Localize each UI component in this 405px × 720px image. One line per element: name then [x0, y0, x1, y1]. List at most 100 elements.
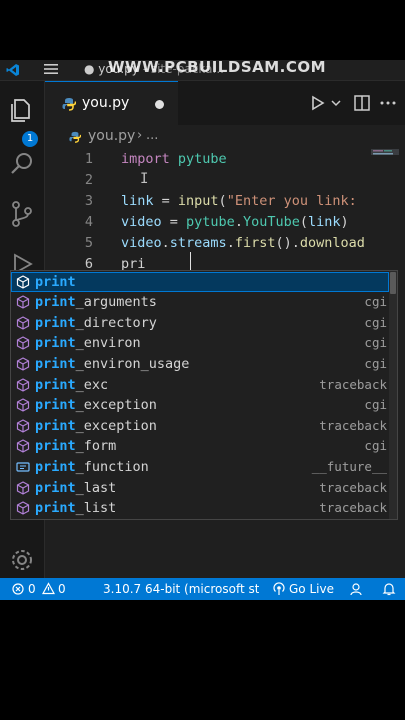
cube-icon — [16, 501, 30, 515]
cube-icon — [16, 316, 30, 330]
tab-you-py[interactable]: you.py — [45, 81, 178, 126]
suggestion-match: print — [35, 294, 76, 311]
suggestion-item[interactable]: print_environ_usage cgi — [11, 354, 389, 375]
source-control-icon[interactable] — [7, 199, 37, 229]
code-token: download — [299, 235, 365, 251]
suggestion-item[interactable]: print_directory cgi — [11, 313, 389, 334]
suggestion-match: print — [35, 458, 76, 475]
code-token: ) — [340, 214, 349, 230]
code-token: link — [121, 193, 154, 209]
text-cursor — [190, 252, 191, 270]
tab-label: you.py — [82, 95, 130, 111]
suggestion-label: print_exception — [35, 416, 157, 437]
cube-icon — [16, 439, 30, 453]
suggestion-match: print — [35, 335, 76, 352]
code-token: pytube — [186, 214, 235, 230]
run-icon[interactable] — [310, 93, 326, 113]
suggestion-scrollbar-thumb[interactable] — [390, 272, 396, 294]
explorer-icon[interactable] — [7, 95, 37, 125]
line-number: 4 — [84, 214, 93, 230]
breadcrumb-file[interactable]: you.py — [88, 128, 135, 144]
breadcrumb-separator: › — [137, 128, 143, 143]
suggestion-detail: __future__ — [311, 458, 387, 474]
suggestion-label: print_list — [35, 498, 116, 519]
suggestion-label: print_directory — [35, 313, 157, 334]
suggestion-item[interactable]: print_exception traceback — [11, 416, 389, 437]
line-number: 1 — [84, 151, 93, 167]
error-count[interactable]: 0 — [28, 582, 36, 596]
suggestion-detail: cgi — [364, 355, 387, 371]
suggestion-item[interactable]: print_list traceback — [11, 498, 389, 519]
code-token: pytube — [177, 151, 227, 167]
suggestion-item[interactable]: print — [11, 271, 389, 293]
suggestion-rest: _arguments — [75, 294, 157, 311]
suggestion-scrollbar[interactable] — [389, 271, 397, 519]
suggestion-detail: traceback — [319, 417, 387, 433]
suggestion-match: print — [35, 397, 76, 414]
window-title-prefix: ● — [84, 62, 99, 76]
warning-count[interactable]: 0 — [58, 582, 66, 596]
error-icon[interactable] — [12, 583, 24, 595]
suggestion-detail: traceback — [319, 500, 387, 516]
suggestion-detail: traceback — [319, 376, 387, 392]
accounts-feedback-icon[interactable] — [350, 582, 364, 596]
suggestion-label: print_form — [35, 436, 116, 457]
code-text[interactable]: video = pytube.YouTube(link) — [121, 212, 349, 233]
code-line[interactable]: 3 link = input("Enter you link: — [45, 191, 371, 212]
python-interpreter[interactable]: 3.10.7 64-bit (microsoft sto — [103, 582, 259, 596]
code-line[interactable]: 2 — [45, 170, 371, 191]
suggestion-item[interactable]: print_function __future__ — [11, 457, 389, 478]
suggestion-item[interactable]: print_last traceback — [11, 478, 389, 499]
notifications-bell-icon[interactable] — [382, 582, 396, 596]
code-token: = — [153, 193, 178, 209]
code-token: streams — [169, 235, 227, 251]
code-token: . — [234, 214, 243, 230]
more-actions-icon[interactable] — [379, 93, 397, 113]
suggestion-match: print — [35, 355, 76, 372]
search-icon[interactable] — [7, 149, 37, 179]
broadcast-icon — [273, 582, 285, 595]
code-editor[interactable]: 1 import pytube 2 3 link = input("Enter you … — [45, 149, 371, 279]
suggestion-item[interactable]: print_environ cgi — [11, 333, 389, 354]
suggestion-item[interactable]: print_arguments cgi — [11, 292, 389, 313]
suggestion-item[interactable]: print_exc traceback — [11, 375, 389, 396]
breadcrumb-ellipsis[interactable]: ... — [146, 128, 158, 143]
cube-icon — [16, 274, 30, 289]
code-token: = — [161, 214, 187, 230]
suggestion-detail: cgi — [364, 335, 387, 351]
suggestion-match: print — [35, 479, 76, 496]
variable-icon — [16, 462, 30, 472]
suggestion-match: print — [35, 417, 76, 434]
unsaved-dot-icon[interactable] — [155, 100, 164, 109]
suggestion-rest: _directory — [75, 314, 157, 331]
code-line[interactable]: 5 video.streams.first().download — [45, 233, 371, 254]
code-text[interactable]: import pytube — [121, 149, 227, 170]
suggestion-label: print_exception — [35, 395, 157, 416]
split-editor-icon[interactable] — [353, 93, 371, 113]
title-bar: ● you.py - site-packa... WWW.PCBUILDSAM.… — [0, 60, 405, 81]
minimap[interactable] — [371, 149, 399, 209]
suggestion-match: print — [35, 438, 76, 455]
suggestion-rest: _environ — [75, 335, 141, 352]
suggestion-label: print — [35, 272, 76, 293]
cube-icon — [16, 295, 30, 309]
go-live-button[interactable]: Go Live — [289, 582, 334, 596]
suggestion-label: print_exc — [35, 375, 108, 396]
chevron-down-icon[interactable] — [330, 93, 342, 113]
warning-icon[interactable] — [42, 582, 55, 595]
suggestion-rest: _exc — [75, 376, 109, 393]
code-line[interactable]: 1 import pytube — [45, 149, 371, 170]
cube-icon — [16, 336, 30, 350]
suggestion-rest: _exception — [75, 397, 157, 414]
suggestion-rest: _function — [75, 458, 149, 475]
code-line[interactable]: 4 video = pytube.YouTube(link) — [45, 212, 371, 233]
suggestion-label: print_environ_usage — [35, 354, 189, 375]
code-text[interactable]: link = input("Enter you link: — [121, 191, 365, 212]
line-number: 5 — [84, 235, 93, 251]
code-text[interactable]: video.streams.first().download — [121, 233, 365, 254]
menu-icon[interactable] — [44, 63, 58, 75]
suggestion-item[interactable]: print_form cgi — [11, 436, 389, 457]
gear-icon[interactable] — [7, 545, 37, 575]
suggestion-label: print_last — [35, 478, 116, 499]
suggestion-item[interactable]: print_exception cgi — [11, 395, 389, 416]
